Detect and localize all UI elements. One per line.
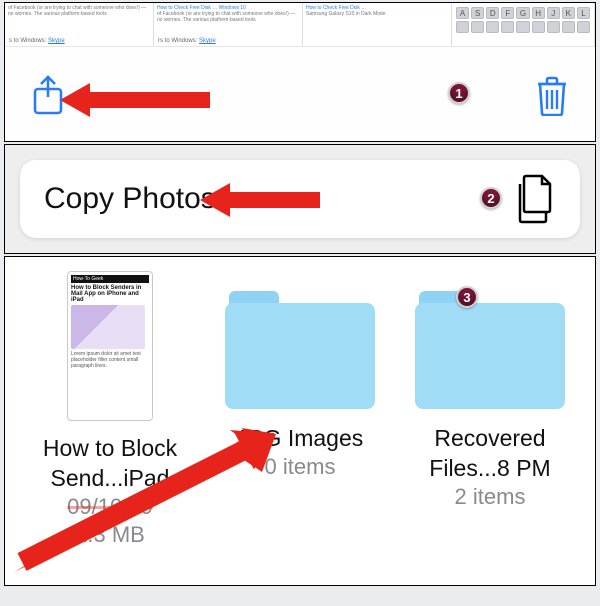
file-item-document[interactable]: How-To Geek How to Block Senders in Mail…: [20, 271, 200, 549]
delete-button[interactable]: [531, 75, 573, 117]
mini-tab-footer: s to Windows: Skype: [9, 38, 65, 44]
thumb-header: How-To Geek: [71, 275, 149, 283]
step-badge-1: 1: [448, 82, 470, 104]
key: [516, 21, 529, 33]
key: [486, 21, 499, 33]
copy-icon: [512, 174, 556, 224]
folder-count: 2 items: [400, 483, 580, 511]
key: [562, 21, 575, 33]
file-name: Send...iPad: [20, 463, 200, 493]
thumb-title: How to Block Senders in Mail App on iPho…: [71, 285, 149, 303]
keyboard-thumbnail: A S D F G H J K L: [452, 3, 594, 37]
key: H: [532, 7, 545, 19]
key: L: [577, 7, 590, 19]
folder-name: Files...8 PM: [400, 453, 580, 483]
folder-name: JPG Images: [210, 423, 390, 453]
mini-tab-1[interactable]: of Facebook (or are trying to chat with …: [5, 3, 154, 46]
key: D: [486, 7, 499, 19]
key: F: [501, 7, 514, 19]
folder-count: 0 items: [210, 453, 390, 481]
trash-icon: [535, 76, 569, 116]
copy-photos-label: Copy Photos: [44, 182, 216, 216]
key: [547, 21, 560, 33]
key: J: [547, 7, 560, 19]
mini-tab-2[interactable]: How to Check Free Disk … Windows 10 of F…: [154, 3, 303, 46]
share-button[interactable]: [27, 75, 69, 117]
key: [501, 21, 514, 33]
thumb-image: [71, 305, 145, 349]
file-item-folder-jpg[interactable]: JPG Images 0 items: [210, 271, 390, 481]
photos-toolbar: [5, 51, 595, 141]
key: [577, 21, 590, 33]
folder-icon: [415, 291, 565, 409]
mini-tab-row: of Facebook (or are trying to chat with …: [5, 3, 595, 47]
file-size: 1.3 MB: [20, 521, 200, 549]
document-thumbnail: How-To Geek How to Block Senders in Mail…: [67, 271, 153, 421]
folder-icon: [225, 291, 375, 409]
multitasking-panel: of Facebook (or are trying to chat with …: [4, 2, 596, 142]
key: [456, 21, 469, 33]
key: [532, 21, 545, 33]
file-item-folder-recovered[interactable]: Recovered Files...8 PM 2 items: [400, 271, 580, 511]
share-sheet-panel: Copy Photos: [4, 144, 596, 254]
mini-tab-footer: rs to Windows: Skype: [158, 38, 216, 44]
mini-tab-text: of Facebook (or are trying to chat with …: [157, 11, 295, 23]
key: A: [456, 7, 469, 19]
step-badge-2: 2: [480, 187, 502, 209]
file-name: How to Block: [20, 433, 200, 463]
mini-tab-text: of Facebook (or are trying to chat with …: [8, 5, 146, 17]
step-badge-3: 3: [456, 286, 478, 308]
file-date: 09/10/19: [20, 493, 200, 521]
key: S: [471, 7, 484, 19]
files-panel: How-To Geek How to Block Senders in Mail…: [4, 256, 596, 586]
folder-name: Recovered: [400, 423, 580, 453]
key: [471, 21, 484, 33]
mini-tab-3[interactable]: How to Check Free Disk … Samsung Galaxy …: [303, 3, 452, 46]
key: K: [562, 7, 575, 19]
mini-tab-keyboard[interactable]: A S D F G H J K L: [452, 3, 595, 46]
files-row: How-To Geek How to Block Senders in Mail…: [5, 271, 595, 549]
key: G: [516, 7, 529, 19]
share-icon: [30, 75, 66, 117]
mini-sub: Samsung Galaxy S10 in Dark Mode: [306, 11, 385, 17]
